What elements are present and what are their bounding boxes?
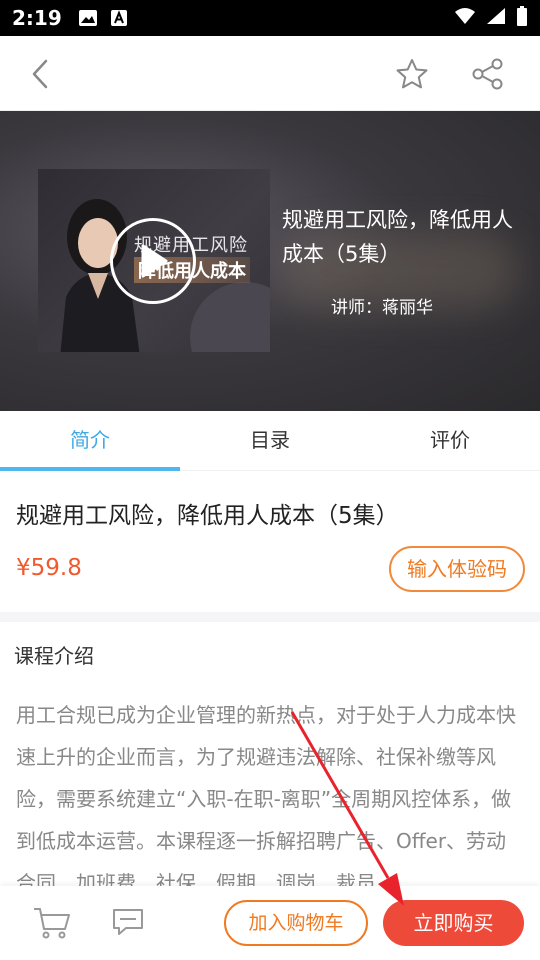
signal-icon	[486, 7, 506, 29]
thumbnail-decoration	[190, 282, 270, 352]
shopping-cart-icon	[34, 908, 70, 939]
play-icon	[141, 244, 168, 278]
intro-heading: 课程介绍	[14, 644, 94, 668]
buy-now-button[interactable]: 立即购买	[383, 900, 524, 946]
share-button[interactable]	[468, 54, 508, 94]
chat-bubble-icon	[113, 909, 143, 935]
course-hero-banner: 规避用工风险 降低用人成本 规避用工风险，降低用人成本（5集） 讲师：蒋丽华	[0, 111, 540, 411]
play-button[interactable]	[110, 218, 196, 304]
share-icon	[472, 58, 503, 90]
course-tabs: 简介 目录 评价	[0, 411, 540, 471]
intro-text: 用工合规已成为企业管理的新热点，对于处于人力成本快速上升的企业而言，为了规避违法…	[16, 703, 516, 895]
course-price: ¥59.8	[16, 555, 82, 581]
bottom-action-bar: 加入购物车 立即购买	[0, 886, 540, 960]
image-icon	[78, 9, 98, 27]
status-bar: 2:19	[0, 0, 540, 36]
add-to-cart-button[interactable]: 加入购物车	[224, 900, 368, 946]
hero-course-title: 规避用工风险，降低用人成本（5集）	[282, 208, 513, 266]
status-time: 2:19	[12, 6, 62, 30]
star-outline-icon	[396, 59, 428, 89]
enter-trial-code-button[interactable]: 输入体验码	[389, 546, 525, 592]
tab-reviews[interactable]: 评价	[360, 411, 540, 470]
a-icon	[110, 9, 128, 27]
consult-button[interactable]	[110, 904, 146, 940]
cart-button[interactable]	[32, 904, 72, 940]
back-button[interactable]	[20, 54, 60, 94]
section-divider	[0, 612, 540, 622]
battery-icon	[516, 6, 528, 30]
wifi-icon	[454, 7, 476, 29]
hero-teacher: 讲师：蒋丽华	[331, 298, 433, 318]
favorite-button[interactable]	[392, 54, 432, 94]
chevron-left-icon	[32, 59, 48, 89]
tab-catalog[interactable]: 目录	[180, 411, 360, 470]
top-navigation-bar	[0, 36, 540, 111]
course-title: 规避用工风险，降低用人成本（5集）	[16, 503, 399, 529]
tab-introduction[interactable]: 简介	[0, 411, 180, 471]
